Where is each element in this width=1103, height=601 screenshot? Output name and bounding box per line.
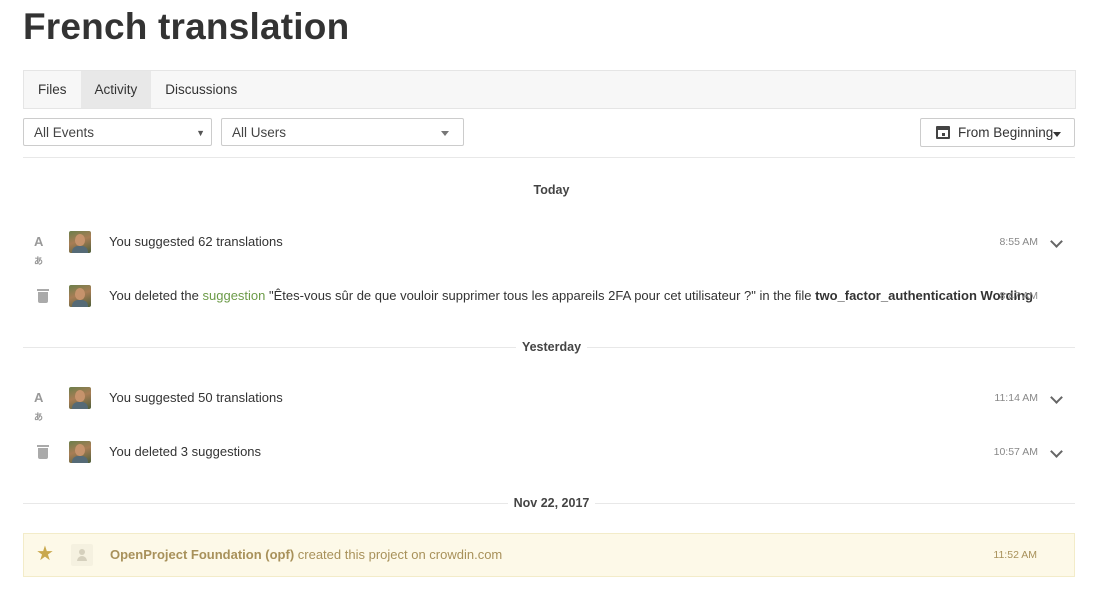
trash-icon — [34, 287, 52, 305]
activity-time: 11:52 AM — [993, 549, 1037, 561]
activity-row: You deleted 3 suggestions 10:57 AM — [23, 437, 1075, 467]
avatar — [69, 441, 91, 463]
tab-discussions[interactable]: Discussions — [151, 71, 251, 108]
tab-bar: Files Activity Discussions — [23, 70, 1076, 109]
users-filter-value: All Users — [232, 125, 287, 140]
activity-row: Aあ You suggested 50 translations 11:14 A… — [23, 383, 1075, 422]
tab-files[interactable]: Files — [24, 71, 81, 108]
calendar-icon — [936, 126, 950, 139]
date-range-label: From Beginning — [958, 125, 1054, 140]
users-filter-select[interactable]: All Users — [221, 118, 464, 146]
translate-icon: Aあ — [34, 234, 44, 266]
project-created-row: ★ OpenProject Foundation (opf) created t… — [23, 533, 1075, 577]
avatar — [69, 387, 91, 409]
events-filter-value: All Events — [34, 125, 95, 140]
expand-chevron-icon[interactable] — [1050, 235, 1063, 248]
day-header: Today — [0, 183, 1103, 197]
trash-icon — [34, 443, 52, 461]
expand-chevron-icon[interactable] — [1050, 391, 1063, 404]
activity-text: You suggested 50 translations — [109, 390, 283, 405]
events-filter-select[interactable]: All Events ▼ — [23, 118, 212, 146]
page-title: French translation — [23, 6, 350, 47]
day-header: Nov 22, 2017 — [0, 496, 1103, 510]
divider — [23, 157, 1075, 158]
day-header: Yesterday — [0, 340, 1103, 354]
activity-time: 11:14 AM — [994, 392, 1038, 404]
date-range-button[interactable]: From Beginning — [920, 118, 1075, 147]
activity-time: 8:55 AM — [999, 236, 1038, 248]
activity-text: You deleted 3 suggestions — [109, 444, 262, 459]
activity-row: You deleted the suggestion "Êtes-vous sû… — [23, 281, 1075, 311]
avatar — [69, 231, 91, 253]
tab-activity[interactable]: Activity — [80, 71, 152, 108]
translate-icon: Aあ — [34, 390, 44, 422]
activity-text: OpenProject Foundation (opf) created thi… — [110, 547, 503, 562]
avatar — [69, 285, 91, 307]
suggestion-link[interactable]: suggestion — [203, 288, 266, 303]
expand-chevron-icon[interactable] — [1050, 445, 1063, 458]
actor-link[interactable]: OpenProject Foundation (opf) — [110, 547, 294, 562]
activity-row: Aあ You suggested 62 translations 8:55 AM — [23, 227, 1075, 266]
activity-text: You deleted the suggestion "Êtes-vous sû… — [109, 288, 1034, 303]
dropdown-arrow-icon: ▼ — [196, 128, 205, 138]
activity-time: 8:47 AM — [999, 290, 1038, 302]
caret-down-icon — [1053, 132, 1061, 137]
chevron-down-icon — [441, 131, 449, 136]
star-icon: ★ — [36, 543, 54, 565]
user-placeholder-icon — [71, 544, 93, 566]
activity-time: 10:57 AM — [993, 446, 1038, 458]
activity-text: You suggested 62 translations — [109, 234, 283, 249]
